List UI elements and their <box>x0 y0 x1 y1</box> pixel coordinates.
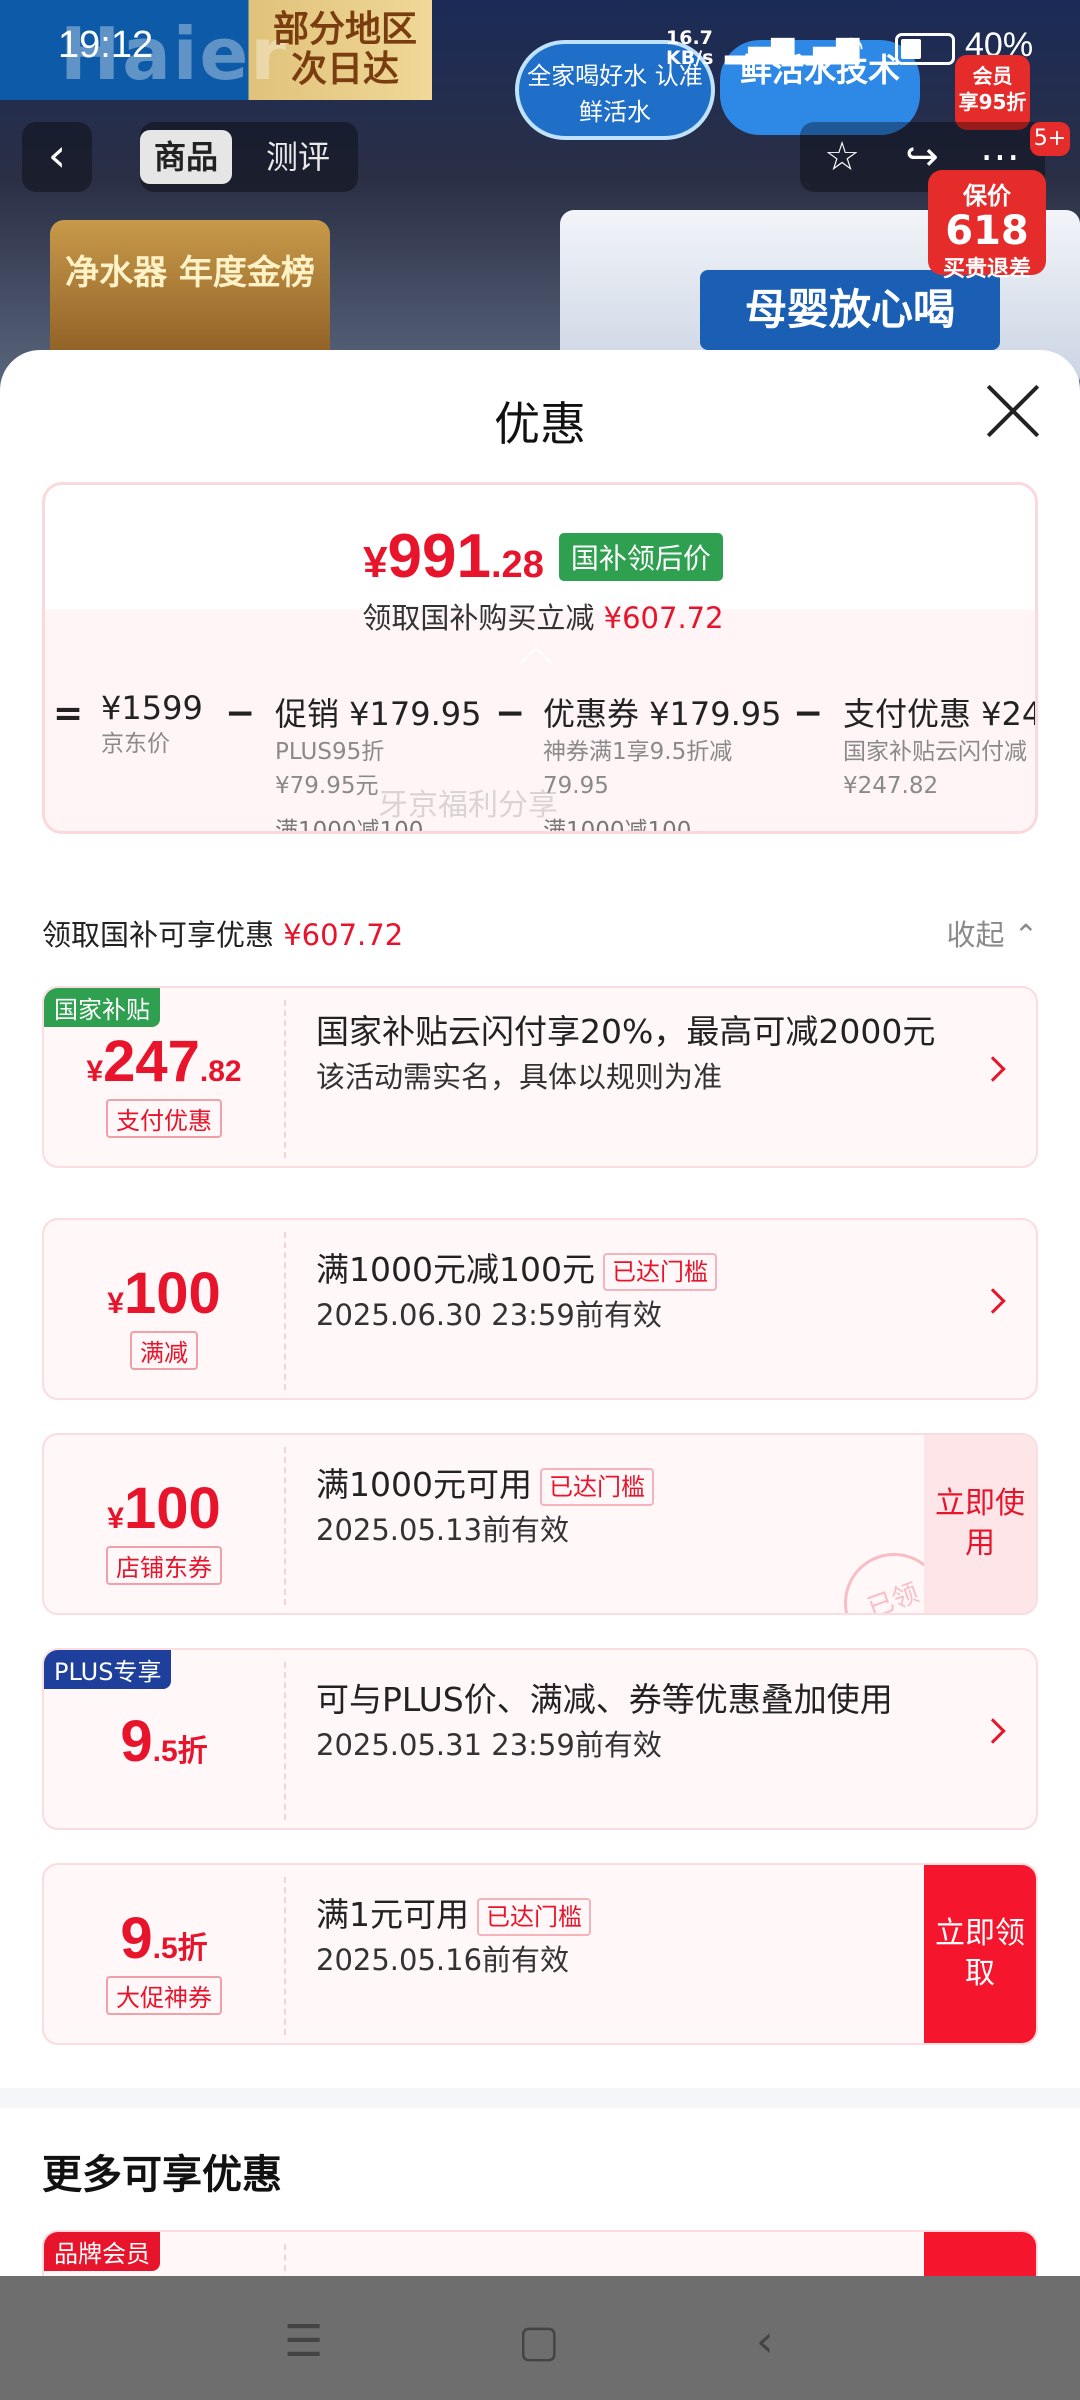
threshold-met-tag: 已达门槛 <box>477 1897 591 1936</box>
final-price-row: ¥991.28 国补领后价 <box>45 521 1035 592</box>
star-icon[interactable]: ☆ <box>812 128 872 186</box>
equals-sign: = <box>53 693 84 734</box>
discount-expiry: 2025.05.16前有效 <box>316 1943 570 1977</box>
discount-amount: ¥100 <box>107 1476 221 1541</box>
price-protect-badge[interactable]: 保价 618 买贵退差 <box>928 170 1046 282</box>
chevron-right-icon <box>980 1288 1006 1314</box>
discount-card-store-coupon: ¥100 店铺东券 满1000元可用 已达门槛 2025.05.13前有效 已领 … <box>42 1433 1038 1615</box>
sheet-title: 优惠 <box>494 397 586 451</box>
saving-line: 领取国补购买立减 ¥607.72 <box>362 601 724 635</box>
vip-badge[interactable]: 会员 享95折 <box>955 55 1030 130</box>
battery-icon <box>895 33 955 65</box>
threshold-met-tag: 已达门槛 <box>539 1467 654 1506</box>
network-speed: 16.7 KB/s <box>666 27 714 69</box>
discount-expiry: 2025.05.31 23:59前有效 <box>316 1728 662 1762</box>
discount-amount: ¥247.82 <box>86 1029 242 1094</box>
minus-sign: − <box>495 693 526 734</box>
wifi-icon: ◠ <box>838 30 865 65</box>
tab-product[interactable]: 商品 <box>140 130 233 184</box>
menu-icon[interactable]: ☰ <box>284 2316 323 2367</box>
back-icon[interactable]: ‹ <box>756 2316 774 2367</box>
discount-sheet: 优惠 ¥991.28 国补领后价 领取国补购买立减 ¥607.72 = ¥159… <box>0 350 1080 2280</box>
discount-amount: ¥100 <box>107 1261 221 1326</box>
claim-now-button[interactable]: 立即领取 <box>924 1865 1036 2043</box>
section-divider <box>0 2088 1080 2108</box>
chevron-right-icon <box>980 1718 1006 1744</box>
brand-member-corner-tag: 品牌会员 <box>44 2232 160 2271</box>
discount-expiry: 2025.06.30 23:59前有效 <box>316 1298 662 1332</box>
discount-card-fullreduce[interactable]: ¥100 满减 满1000元减100元 已达门槛 2025.06.30 23:59… <box>42 1218 1038 1400</box>
breakdown-item: 支付优惠 ¥24 国家补贴云闪付减 ¥247.82 <box>843 695 1038 799</box>
discount-title: 满1000元可用 <box>316 1465 532 1504</box>
final-price: ¥991.28 <box>363 522 544 591</box>
chevron-left-icon: ‹ <box>47 128 67 182</box>
discount-title: 可与PLUS价、满减、券等优惠叠加使用 <box>316 1680 893 1719</box>
close-icon[interactable] <box>982 380 1044 442</box>
award-badge: 净水器 年度金榜 <box>50 220 330 370</box>
discount-card-subsidy[interactable]: 国家补贴 ¥247.82 支付优惠 国家补贴云闪付享20%，最高可减2000元 … <box>42 986 1038 1168</box>
tab-review[interactable]: 测评 <box>252 130 344 184</box>
signal-icon: ▂▄▆ <box>725 30 795 65</box>
discount-type-tag: 支付优惠 <box>106 1099 222 1138</box>
minus-sign: − <box>225 693 256 734</box>
discount-card-brand-member[interactable]: 品牌会员 <box>42 2230 1038 2280</box>
back-button[interactable]: ‹ <box>22 122 92 192</box>
use-now-button[interactable]: 立即使用 <box>924 1435 1036 1613</box>
chevron-right-icon <box>980 1056 1006 1082</box>
clock: 19:12 <box>58 24 154 66</box>
collapse-button[interactable]: 收起 ⌃ <box>946 912 1038 954</box>
system-nav-bar: ☰ ▢ ‹ <box>0 2276 1080 2400</box>
discount-card-promo-coupon: 9.5折 大促神券 满1元可用 已达门槛 2025.05.16前有效 立即领取 <box>42 1863 1038 2045</box>
breakdown-item: 优惠券 ¥179.95 神券满1享9.5折减 79.95 满1000减100 <box>543 695 782 834</box>
status-bar: 19:12 16.7 KB/s ▂▄▆ ▂▄▆ ◠ 40% <box>0 0 1080 100</box>
chevron-up-icon: ⌃ <box>1013 918 1038 952</box>
message-count-badge: 5+ <box>1030 122 1070 156</box>
discount-title: 国家补贴云闪付享20%，最高可减2000元 <box>316 1012 936 1051</box>
threshold-met-tag: 已达门槛 <box>602 1252 717 1291</box>
discount-amount: 9.5折 <box>120 1906 208 1971</box>
watermark: 牙京福利分享 <box>378 788 558 823</box>
discount-amount: 9.5折 <box>120 1709 208 1774</box>
discount-type-tag: 满减 <box>130 1331 198 1370</box>
section-header: 领取国补可享优惠 ¥607.72 收起 ⌃ <box>42 912 1038 954</box>
discount-card-plus[interactable]: PLUS专享 9.5折 可与PLUS价、满减、券等优惠叠加使用 2025.05.… <box>42 1648 1038 1830</box>
discount-type-tag: 大促神券 <box>106 1976 222 2015</box>
discount-title: 满1000元减100元 <box>316 1250 595 1289</box>
more-discounts-title: 更多可享优惠 <box>42 2152 282 2198</box>
home-icon[interactable]: ▢ <box>518 2316 560 2367</box>
claim-button[interactable] <box>924 2232 1036 2280</box>
header-tabs: 商品 测评 <box>140 122 358 192</box>
discount-expiry: 2025.05.13前有效 <box>316 1513 570 1547</box>
subsidy-price-tag: 国补领后价 <box>558 532 723 581</box>
breakdown-item: ¥1599 京东价 <box>101 689 203 757</box>
discount-title: 满1元可用 <box>316 1895 469 1934</box>
discount-type-tag: 店铺东券 <box>106 1546 222 1585</box>
minus-sign: − <box>793 693 824 734</box>
discount-meta: 该活动需实名，具体以规则为准 <box>316 1060 723 1094</box>
